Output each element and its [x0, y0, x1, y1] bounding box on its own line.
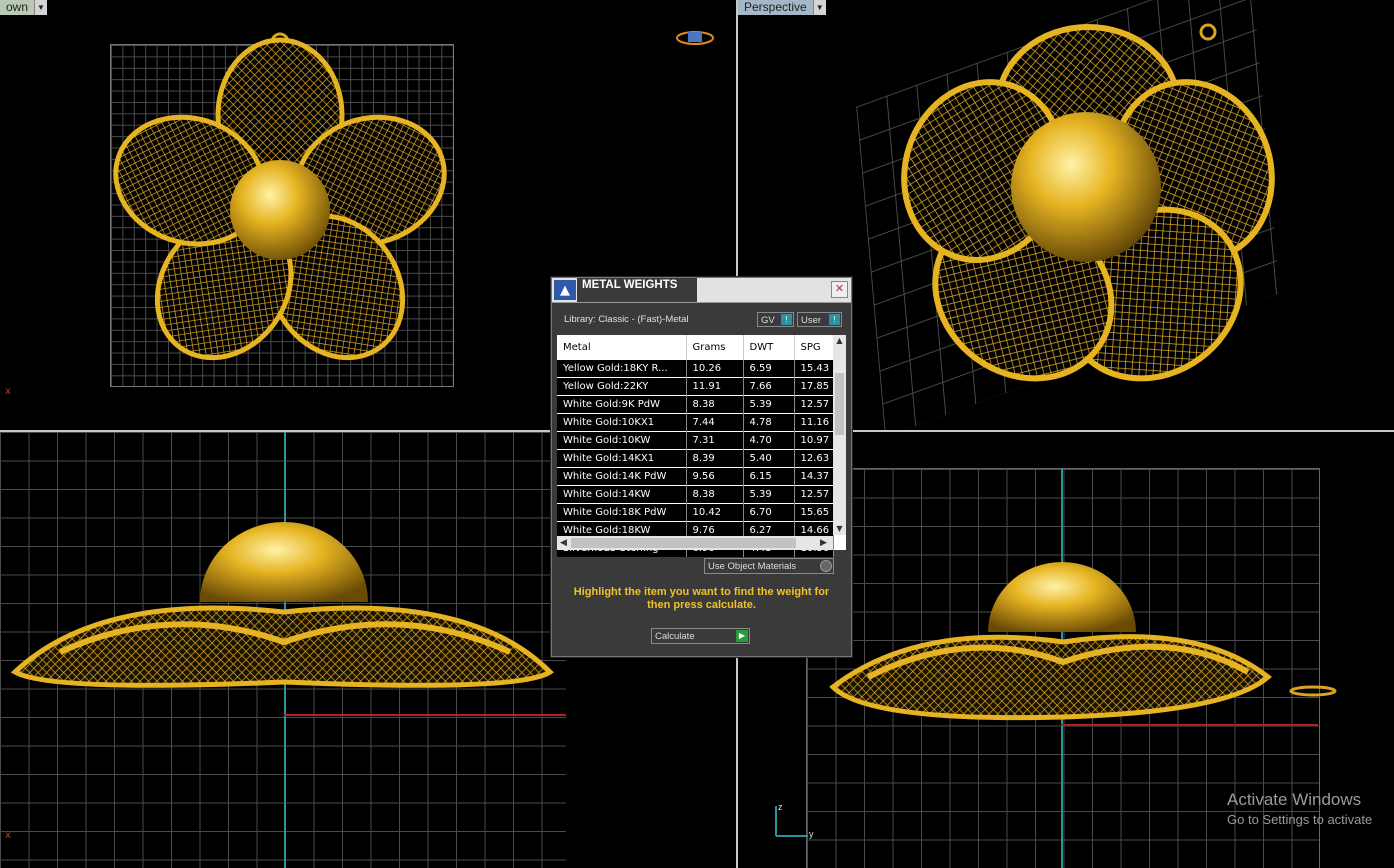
column-header[interactable]: Grams — [686, 335, 744, 360]
grams-cell: 10.42 — [686, 503, 744, 522]
metal-name-cell: White Gold:10KW — [557, 431, 687, 450]
table-row[interactable]: White Gold:14KW 8.38 5.39 12.57 — [557, 485, 834, 504]
table-row[interactable]: White Gold:18K PdW 10.42 6.70 15.65 — [557, 503, 834, 522]
dwt-cell: 4.70 — [743, 431, 795, 450]
table-vertical-scrollbar[interactable]: ▲ ▼ — [833, 335, 846, 535]
grams-cell: 8.38 — [686, 485, 744, 504]
spg-cell: 12.57 — [794, 485, 834, 504]
table-row[interactable]: White Gold:10KX1 7.44 4.78 11.16 — [557, 413, 834, 432]
axis-origin-icon: x — [5, 830, 11, 841]
dwt-cell: 5.40 — [743, 449, 795, 468]
axis-origin-icon: x — [5, 386, 11, 397]
user-toggle-label: User — [801, 315, 822, 326]
metals-table[interactable]: Metal Grams DWT SPG Yellow Gold:18KY R..… — [557, 335, 834, 557]
gv-toggle[interactable]: GV ! — [757, 312, 794, 327]
play-icon: ▶ — [736, 630, 748, 642]
activate-windows-watermark: Activate Windows Go to Settings to activ… — [1227, 790, 1372, 827]
grams-cell: 11.91 — [686, 377, 744, 396]
pendant-front-view[interactable] — [0, 522, 566, 732]
dwt-cell: 4.78 — [743, 413, 795, 432]
dwt-cell: 7.66 — [743, 377, 795, 396]
grams-cell: 10.26 — [686, 359, 744, 378]
dwt-cell: 6.15 — [743, 467, 795, 486]
metal-weights-dialog[interactable]: ▲ METAL WEIGHTS ✕ Library: Classic - (Fa… — [551, 277, 852, 657]
spg-cell: 15.43 — [794, 359, 834, 378]
library-label: Library: Classic - (Fast)-Metal — [564, 314, 689, 325]
dwt-cell: 6.70 — [743, 503, 795, 522]
watermark-subtitle: Go to Settings to activate — [1227, 812, 1373, 827]
metals-table-container[interactable]: Metal Grams DWT SPG Yellow Gold:18KY R..… — [557, 335, 846, 557]
scroll-left-icon[interactable]: ◀ — [557, 536, 570, 550]
viewport-perspective-label-text: Perspective — [738, 0, 813, 15]
table-row[interactable]: White Gold:9K PdW 8.38 5.39 12.57 — [557, 395, 834, 414]
dwt-cell: 6.59 — [743, 359, 795, 378]
metal-name-cell: White Gold:18K PdW — [557, 503, 687, 522]
y-axis-label: y — [809, 829, 814, 839]
toggle-indicator-icon: ! — [829, 314, 840, 325]
dialog-titlebar[interactable]: ▲ METAL WEIGHTS ✕ — [552, 278, 851, 303]
user-toggle[interactable]: User ! — [797, 312, 842, 327]
toggle-indicator-icon: ! — [781, 314, 792, 325]
use-object-materials-toggle[interactable]: Use Object Materials — [704, 558, 834, 574]
spg-cell: 17.85 — [794, 377, 834, 396]
viewport-top-label[interactable]: own ▼ — [0, 0, 48, 15]
table-horizontal-scrollbar[interactable]: ◀ ▶ — [557, 536, 833, 550]
column-header[interactable]: SPG — [794, 335, 834, 360]
scroll-up-icon[interactable]: ▲ — [833, 335, 846, 347]
chevron-down-icon[interactable]: ▼ — [812, 0, 826, 15]
calculate-button[interactable]: Calculate ▶ — [651, 628, 750, 644]
metal-name-cell: White Gold:10KX1 — [557, 413, 687, 432]
spg-cell: 12.63 — [794, 449, 834, 468]
column-header[interactable]: DWT — [743, 335, 795, 360]
spg-cell: 10.97 — [794, 431, 834, 450]
grams-cell: 8.38 — [686, 395, 744, 414]
grams-cell: 7.44 — [686, 413, 744, 432]
table-row[interactable]: White Gold:14KX1 8.39 5.40 12.63 — [557, 449, 834, 468]
viewport-perspective-label[interactable]: Perspective ▼ — [738, 0, 826, 15]
metal-name-cell: White Gold:14KX1 — [557, 449, 687, 468]
viewport-top-label-text: own — [0, 0, 35, 15]
spg-cell: 14.37 — [794, 467, 834, 486]
column-header[interactable]: Metal — [557, 335, 687, 360]
scrollbar-thumb[interactable] — [835, 373, 844, 435]
dwt-cell: 5.39 — [743, 395, 795, 414]
pendant-perspective-view[interactable] — [848, 20, 1348, 430]
scroll-right-icon[interactable]: ▶ — [817, 536, 830, 550]
view-cube-icon[interactable] — [675, 27, 715, 49]
dialog-title: METAL WEIGHTS — [577, 278, 697, 302]
metal-name-cell: Yellow Gold:18KY R... — [557, 359, 687, 378]
grams-cell: 7.31 — [686, 431, 744, 450]
app-logo-icon: ▲ — [554, 280, 576, 300]
use-object-materials-label: Use Object Materials — [708, 561, 797, 572]
chevron-down-icon[interactable]: ▼ — [34, 0, 48, 15]
pendant-side-view[interactable] — [828, 552, 1348, 742]
z-axis-label: z — [778, 802, 783, 812]
scrollbar-thumb[interactable] — [571, 538, 796, 548]
table-header-row: Metal Grams DWT SPG — [557, 335, 834, 360]
pendant-top-view[interactable] — [110, 30, 452, 386]
dwt-cell: 5.39 — [743, 485, 795, 504]
scroll-down-icon[interactable]: ▼ — [833, 523, 846, 535]
table-row[interactable]: White Gold:10KW 7.31 4.70 10.97 — [557, 431, 834, 450]
toggle-indicator-icon — [820, 560, 832, 572]
metal-name-cell: White Gold:14KW — [557, 485, 687, 504]
watermark-title: Activate Windows — [1227, 790, 1362, 809]
table-row[interactable]: White Gold:14K PdW 9.56 6.15 14.37 — [557, 467, 834, 486]
metal-name-cell: White Gold:14K PdW — [557, 467, 687, 486]
grams-cell: 8.39 — [686, 449, 744, 468]
calculate-button-label: Calculate — [655, 631, 695, 642]
spg-cell: 15.65 — [794, 503, 834, 522]
table-row[interactable]: Yellow Gold:22KY 11.91 7.66 17.85 — [557, 377, 834, 396]
metal-name-cell: Yellow Gold:22KY — [557, 377, 687, 396]
instruction-text: Highlight the item you want to find the … — [573, 586, 830, 611]
close-icon[interactable]: ✕ — [831, 281, 848, 298]
grams-cell: 9.56 — [686, 467, 744, 486]
gv-toggle-label: GV — [761, 315, 775, 326]
spg-cell: 11.16 — [794, 413, 834, 432]
spg-cell: 12.57 — [794, 395, 834, 414]
metal-name-cell: White Gold:9K PdW — [557, 395, 687, 414]
table-row[interactable]: Yellow Gold:18KY R... 10.26 6.59 15.43 — [557, 359, 834, 378]
